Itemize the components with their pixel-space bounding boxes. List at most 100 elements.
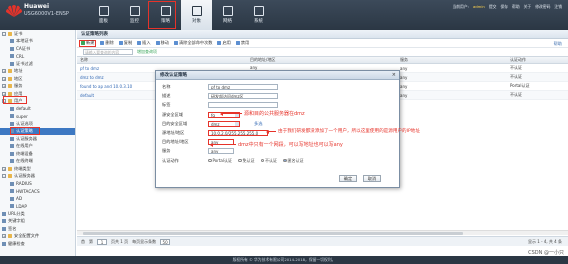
policy-name-link[interactable]: found to ap and 10.0.3.10 [77,84,147,89]
link-save[interactable]: 保存 [500,4,508,10]
nav-tab[interactable]: 网络 [212,0,243,30]
auth-action-cell: Portal认证 [510,83,530,88]
toolbar-button[interactable]: 移动 [155,40,170,46]
sidebar-item[interactable]: super [0,113,75,121]
scrollbar-thumb[interactable] [83,232,463,235]
toolbar: 新建 删除 复制 插入 移动 清除全部命中次数 启用 禁用 [77,39,568,48]
column-header[interactable]: 认证动作 [507,57,557,63]
horizontal-scrollbar[interactable] [77,230,568,235]
sidebar-item-label: 认证服务器 [14,173,35,179]
sidebar-item[interactable]: HWTACACS [0,188,75,196]
sidebar-item[interactable]: 关键字组 [0,218,75,226]
sidebar-item[interactable]: + 终端类型 [0,165,75,173]
toolbar-button[interactable]: 清除全部命中次数 [173,40,214,46]
ok-button[interactable]: 确定 [339,175,357,182]
sidebar-item-label: 本地证书 [16,38,33,44]
collapse-icon[interactable]: - [2,31,6,36]
collapse-icon[interactable]: - [2,174,6,179]
item-icon [10,204,14,209]
policy-name-link[interactable]: pf to dmz [77,66,147,71]
sidebar-item[interactable]: - 证书 [0,30,75,38]
nav-tab[interactable]: 监控 [119,0,150,30]
sidebar-item[interactable]: 健康检查 [0,240,75,248]
sidebar-item[interactable]: RADIUS [0,180,75,188]
action-radio[interactable]: 匿名认证 [283,158,304,164]
sidebar-item[interactable]: AD [0,195,75,203]
nav-tab[interactable]: 面板 [88,0,119,30]
service-input[interactable]: any [208,147,234,154]
src-addr-label: 源地址/地区 [162,129,185,135]
link-about[interactable]: 关于 [524,4,532,10]
expand-icon[interactable]: + [2,69,6,74]
radio-icon[interactable] [260,158,264,163]
pager-per-page-select[interactable]: 50 [160,238,171,245]
sidebar-item[interactable]: 认证服务器 [0,135,75,143]
action-radio[interactable]: Portal认证 [208,158,232,164]
column-header[interactable]: 名称 [77,57,147,63]
toolbar-button[interactable]: 新建 [79,39,97,47]
link-logout[interactable]: 注销 [554,4,562,10]
sidebar-item[interactable]: default [0,105,75,113]
toolbar-button[interactable]: 复制 [118,40,133,46]
monitor-icon [129,6,140,16]
add-query-button[interactable]: 增加查询项 [137,49,157,55]
action-radio[interactable]: 不认证 [260,158,277,164]
column-header[interactable]: 服务 [397,57,467,63]
nav-tab[interactable]: 系统 [243,0,274,30]
close-icon[interactable]: × [392,72,396,78]
dst-addr-label: 目的地址/地区 [162,138,189,144]
dashboard-icon [98,6,109,16]
sidebar-item[interactable]: 证书过滤 [0,60,75,68]
sidebar-item[interactable]: - 认证服务器 [0,173,75,181]
sidebar-item[interactable]: 在线终端 [0,158,75,166]
device-model: USG6000V1-ENSP [24,11,69,17]
toolbar-button[interactable]: 插入 [136,40,151,46]
expand-icon[interactable]: + [2,166,6,171]
item-icon [10,159,14,164]
link-commit[interactable]: 提交 [489,4,497,10]
radio-icon[interactable] [238,158,242,163]
sidebar-item[interactable]: CRL [0,53,75,61]
link-change-password[interactable]: 修改密码 [535,4,550,10]
desc-input[interactable]: 研发部访问dmz区 [208,92,278,99]
expand-icon[interactable]: + [2,76,6,81]
nav-tab[interactable]: 对象 [181,0,212,30]
policy-name-link[interactable]: dmz to dmz [77,75,147,80]
search-input[interactable]: 请输入要查询的内容 [83,49,133,55]
main-nav: 面板 监控 策略 对象 网络 系统 [88,0,274,30]
sidebar-item[interactable]: + 安全配置文件 [0,233,75,241]
sidebar-item[interactable]: CA证书 [0,45,75,53]
sidebar-item[interactable]: 在线用户 [0,143,75,151]
item-icon [10,121,14,126]
tag-input[interactable] [208,101,278,108]
sidebar-item[interactable]: + 服务 [0,83,75,91]
pager-first-button[interactable]: 首 [81,239,85,245]
src-addr-input[interactable]: 10.0.2.0/255.255.255.0 [208,129,268,136]
sidebar-item[interactable]: + 地区 [0,75,75,83]
name-input[interactable]: pf to dmz [208,83,278,90]
cancel-button[interactable]: 取消 [363,175,381,182]
radio-icon[interactable] [283,158,287,163]
sidebar-item[interactable]: + 地址 [0,68,75,76]
pager-page-input[interactable]: 1 [97,238,107,245]
action-radio[interactable]: 免认证 [238,158,255,164]
sidebar-item[interactable]: 终端设备 [0,150,75,158]
sidebar-item[interactable]: URL分类 [0,210,75,218]
sidebar-item[interactable]: 本地证书 [0,38,75,46]
toolbar-button[interactable]: 禁用 [235,40,250,46]
dst-zone-select[interactable]: dmz [208,120,240,127]
help-link[interactable]: 帮助 [554,41,562,47]
column-header[interactable]: 目的地址/地区 [247,57,397,63]
toolbar-button[interactable]: 启用 [216,40,231,46]
link-help[interactable]: 帮助 [512,4,520,10]
expand-icon[interactable]: + [2,234,6,239]
toolbar-button[interactable]: 删除 [99,40,114,46]
sidebar-item[interactable]: LDAP [0,203,75,211]
name-label: 名称 [162,83,171,89]
expand-icon[interactable]: + [2,84,6,89]
policy-name-link[interactable]: default [77,93,147,98]
auth-action-cell: 不认证 [510,92,522,97]
multi-select-link[interactable]: 多选 [254,121,262,127]
sidebar-item[interactable]: 签名 [0,225,75,233]
radio-icon[interactable] [208,158,212,163]
